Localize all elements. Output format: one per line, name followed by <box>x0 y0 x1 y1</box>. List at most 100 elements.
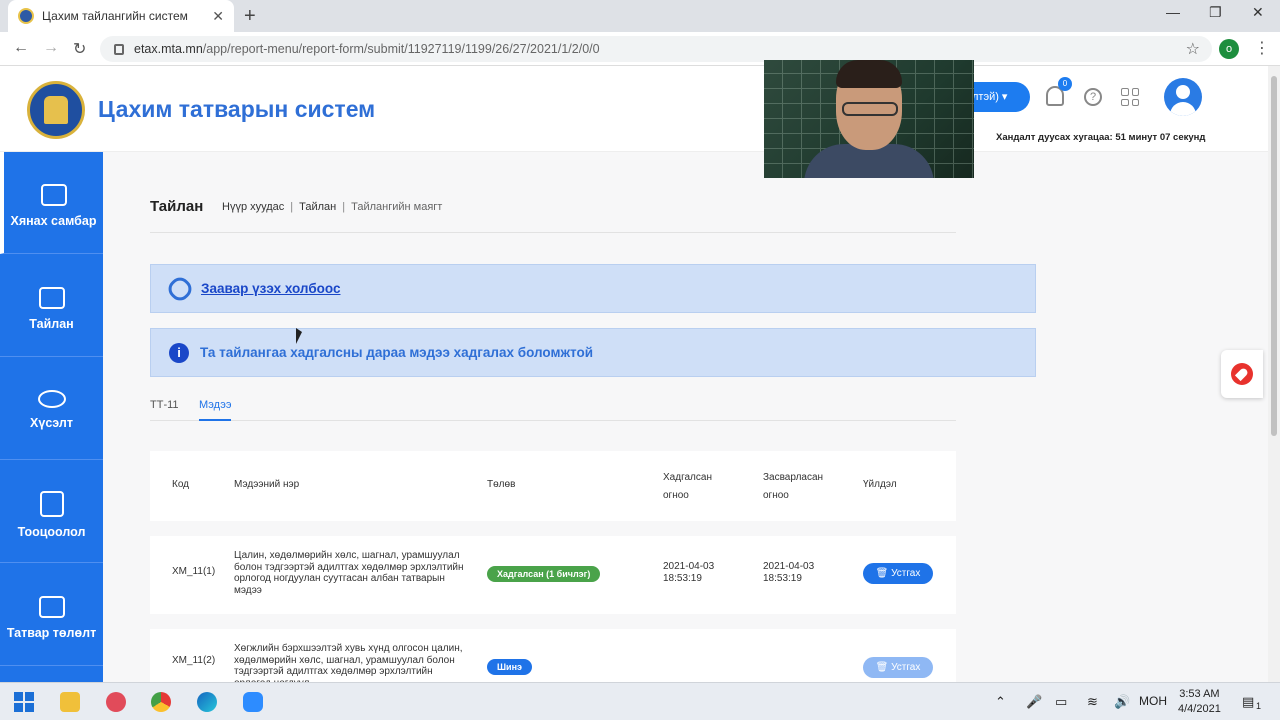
microphone-icon[interactable]: 🎤 <box>1026 694 1042 710</box>
profile-avatar[interactable]: o <box>1219 39 1239 59</box>
breadcrumb-reports[interactable]: Тайлан <box>299 201 336 213</box>
col-header-code: Код <box>172 479 190 490</box>
system-clock[interactable]: 3:53 AM 4/4/2021 <box>1178 687 1221 717</box>
sidebar-item-dashboard[interactable]: Хянах самбар <box>0 152 103 254</box>
minimize-icon[interactable]: — <box>1166 4 1180 20</box>
site-favicon-icon <box>18 8 34 24</box>
status-badge: Шинэ <box>487 659 532 675</box>
page-title: Тайлан <box>150 198 204 215</box>
payment-icon <box>38 596 65 618</box>
chat-bubble-icon <box>37 390 66 408</box>
language-indicator[interactable]: MOH <box>1139 694 1167 708</box>
wifi-icon[interactable]: ≋ <box>1087 694 1098 710</box>
row-code: ХМ_11(1) <box>172 566 216 577</box>
floating-help-button[interactable] <box>1221 350 1263 398</box>
sidebar: Хянах самбар Тайлан Хүсэлт Тооцоолол Тат… <box>0 152 103 682</box>
sidebar-item-reports[interactable]: Тайлан <box>0 255 103 357</box>
url-field[interactable]: etax.mta.mn/app/report-menu/report-form/… <box>100 36 1212 62</box>
sidebar-item-requests[interactable]: Хүсэлт <box>0 358 103 460</box>
url-path: /app/report-menu/report-form/submit/1192… <box>202 42 600 56</box>
browser-menu-icon[interactable]: ⋮ <box>1254 38 1270 58</box>
sidebar-item-label: Татвар төлөлт <box>6 626 97 640</box>
scrollbar-thumb[interactable] <box>1271 76 1277 436</box>
dashboard-icon <box>40 184 67 206</box>
col-header-status: Төлөв <box>487 479 516 490</box>
table-header: Код Мэдээний нэр Төлөв Хадгалсан огноо З… <box>150 451 956 521</box>
session-timer: Хандалт дуусах хугацаа: 51 минут 07 секу… <box>996 132 1206 143</box>
col-header-action: Үйлдэл <box>863 479 897 490</box>
forward-arrow-icon[interactable]: → <box>43 39 59 57</box>
row-name: Цалин, хөдөлмөрийн хөлс, шагнал, урамшуу… <box>234 550 464 596</box>
info-message: Та тайлангаа хадгалсны дараа мэдээ хадга… <box>200 345 593 360</box>
col-header-saved-date: Хадгалсан огноо <box>663 472 712 501</box>
close-tab-icon[interactable]: ✕ <box>212 8 224 25</box>
link-icon <box>164 272 196 305</box>
col-header-edited-date: Засварласан огноо <box>763 472 824 501</box>
breadcrumb-home[interactable]: Нүүр хуудас <box>222 201 284 213</box>
site-brand-title[interactable]: Цахим татварын систем <box>98 96 375 123</box>
clock-time: 3:53 AM <box>1179 688 1220 700</box>
clock-date: 4/4/2021 <box>1178 703 1221 715</box>
windows-start-icon[interactable] <box>14 692 34 712</box>
sidebar-item-label: Хянах самбар <box>10 214 97 228</box>
action-center-icon[interactable]: ▤ <box>1242 694 1254 710</box>
sidebar-item-label: Тайлан <box>29 317 74 331</box>
page-scrollbar[interactable] <box>1268 66 1280 682</box>
reload-icon[interactable]: ↻ <box>73 39 86 59</box>
restore-icon[interactable]: ❐ <box>1209 4 1222 21</box>
browser-tab[interactable]: Цахим тайлангийн систем ✕ <box>8 0 234 32</box>
new-tab-button[interactable]: + <box>244 5 256 28</box>
notification-badge: 0 <box>1058 77 1072 91</box>
back-arrow-icon[interactable]: ← <box>13 39 29 57</box>
guide-link[interactable]: Заавар үзэх холбоос <box>201 281 341 296</box>
report-tabs: ТТ-11 Мэдээ <box>150 399 956 421</box>
edge-icon[interactable] <box>197 692 217 712</box>
mta-logo[interactable] <box>27 81 85 139</box>
bookmark-star-icon[interactable]: ☆ <box>1186 39 1200 59</box>
presenter-hair <box>836 60 902 88</box>
browser-tab-bar: Цахим тайлангийн систем ✕ + — ❐ ✕ <box>0 0 1280 32</box>
lock-icon <box>114 43 124 55</box>
chrome-icon[interactable] <box>151 692 171 712</box>
zoom-icon[interactable] <box>243 692 263 712</box>
sidebar-item-label: Хүсэлт <box>30 416 73 430</box>
windows-taskbar: ⌃ 🎤 ▭ ≋ 🔊 MOH 3:53 AM 4/4/2021 ▤ 1 <box>0 682 1280 720</box>
divider <box>150 232 956 233</box>
sidebar-item-label: Тооцоолол <box>17 525 86 539</box>
mouse-cursor <box>296 328 302 344</box>
tab-title: Цахим тайлангийн систем <box>42 9 188 23</box>
battery-icon[interactable]: ▭ <box>1055 694 1067 710</box>
sidebar-item-calculation[interactable]: Тооцоолол <box>0 461 103 563</box>
window-close-icon[interactable]: ✕ <box>1252 4 1264 21</box>
url-host: etax.mta.mn <box>134 42 203 56</box>
help-icon[interactable]: ? <box>1084 88 1102 106</box>
action-center-count: 1 <box>1256 701 1262 711</box>
row-edited-date: 2021-04-03 18:53:19 <box>763 561 815 584</box>
compass-icon <box>1231 363 1253 385</box>
volume-icon[interactable]: 🔊 <box>1114 694 1130 710</box>
tab-tt11[interactable]: ТТ-11 <box>150 399 179 419</box>
main-content: Тайлан Нүүр хуудас | Тайлан | Тайлангийн мая… <box>103 152 1268 689</box>
file-explorer-icon[interactable] <box>60 692 80 712</box>
status-badge: Хадгалсан (1 бичлэг) <box>487 566 601 582</box>
breadcrumb-current: Тайлангийн маягт <box>351 201 443 213</box>
delete-button[interactable]: 🗑 Устгах <box>863 657 933 678</box>
row-saved-date: 2021-04-03 18:53:19 <box>663 561 715 584</box>
user-org-dropdown[interactable]: лтэй) ▾ <box>966 82 1030 112</box>
row-code: ХМ_11(2) <box>172 655 216 666</box>
table-row: ХМ_11(2) Хөгжлийн бэрхшээлтэй хувь хүнд … <box>150 629 956 689</box>
delete-button[interactable]: 🗑 Устгах <box>863 563 933 584</box>
info-banner: i Та тайлангаа хадгалсны дараа мэдээ хад… <box>150 328 1036 377</box>
user-avatar[interactable] <box>1164 78 1202 116</box>
col-header-name: Мэдээний нэр <box>234 479 300 490</box>
table-row: ХМ_11(1) Цалин, хөдөлмөрийн хөлс, шагнал… <box>150 536 956 614</box>
breadcrumb: Нүүр хуудас | Тайлан | Тайлангийн маягт <box>222 201 443 213</box>
app-icon[interactable] <box>106 692 126 712</box>
tab-medee[interactable]: Мэдээ <box>199 399 232 421</box>
guide-link-banner: Заавар үзэх холбоос <box>150 264 1036 313</box>
apps-grid-icon[interactable] <box>1121 88 1139 106</box>
sidebar-item-tax-payment[interactable]: Татвар төлөлт <box>0 564 103 666</box>
site-header: Цахим татварын систем лтэй) ▾ 0 ? Хандал… <box>0 66 1268 152</box>
calculator-icon <box>39 491 64 517</box>
tray-chevron-icon[interactable]: ⌃ <box>995 694 1006 710</box>
